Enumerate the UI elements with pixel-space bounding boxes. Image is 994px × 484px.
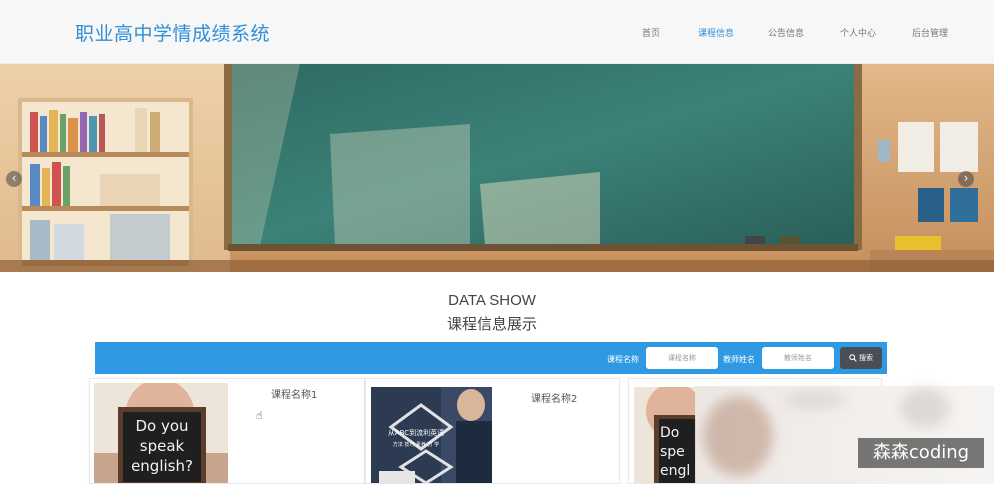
site-logo-title[interactable]: 职业高中学情成绩系统: [75, 19, 270, 46]
course-card-image: 从ABC到流利英语 方法 技巧 素养 方 学: [371, 387, 492, 483]
search-button[interactable]: 搜索: [840, 347, 882, 369]
watermark-label: 森森coding: [858, 438, 984, 468]
chevron-right-icon: ›: [963, 171, 969, 185]
nav-item-home[interactable]: 首页: [642, 26, 660, 39]
nav-item-admin[interactable]: 后台管理: [912, 26, 948, 39]
top-header: 职业高中学情成绩系统 首页 课程信息 公告信息 个人中心 后台管理: [0, 0, 994, 64]
course-name-input[interactable]: [646, 347, 718, 369]
nav-item-course-info[interactable]: 课程信息: [698, 26, 734, 39]
blurred-region: [695, 386, 994, 484]
carousel-prev-button[interactable]: ‹: [6, 171, 22, 187]
chalkboard-text-line: spe: [660, 444, 685, 460]
chalkboard-text-line: Do you: [135, 417, 189, 435]
course-card-title[interactable]: 课程名称1: [271, 386, 317, 401]
nav-item-announcements[interactable]: 公告信息: [768, 26, 804, 39]
nav-item-personal-center[interactable]: 个人中心: [840, 26, 876, 39]
mouse-cursor-icon: ☝: [256, 409, 263, 422]
carousel-next-button[interactable]: ›: [958, 171, 974, 187]
course-card[interactable]: Do you speak english? 课程名称1: [89, 378, 365, 484]
chalkboard-text-line: Do: [660, 425, 680, 441]
search-button-label: 搜索: [859, 354, 873, 362]
course-image-title: 从ABC到流利英语: [387, 429, 445, 437]
course-search-bar: 课程名称 教师姓名 搜索: [95, 342, 887, 374]
course-card-image: Do spe engl: [634, 387, 696, 483]
course-image-subtitle: 方法 技巧 素养 方 学: [392, 442, 440, 448]
course-card-image: Do you speak english?: [94, 383, 228, 483]
banner-carousel[interactable]: ‹ ›: [0, 64, 994, 272]
course-card[interactable]: 从ABC到流利英语 方法 技巧 素养 方 学 课程名称2: [365, 378, 620, 484]
section-title-en: DATA SHOW: [448, 292, 536, 309]
teacher-name-label: 教师姓名: [723, 355, 755, 364]
chalkboard-text-line: speak: [139, 437, 185, 455]
teacher-name-input[interactable]: [762, 347, 834, 369]
chalkboard-text-line: engl: [660, 463, 691, 479]
search-icon: [849, 354, 857, 362]
section-title-cn: 课程信息展示: [446, 315, 537, 333]
chevron-left-icon: ‹: [11, 171, 17, 185]
course-card-title[interactable]: 课程名称2: [531, 390, 577, 405]
chalkboard-text-line: english?: [131, 457, 193, 475]
classroom-illustration: [0, 64, 994, 272]
course-name-label: 课程名称: [607, 355, 639, 364]
